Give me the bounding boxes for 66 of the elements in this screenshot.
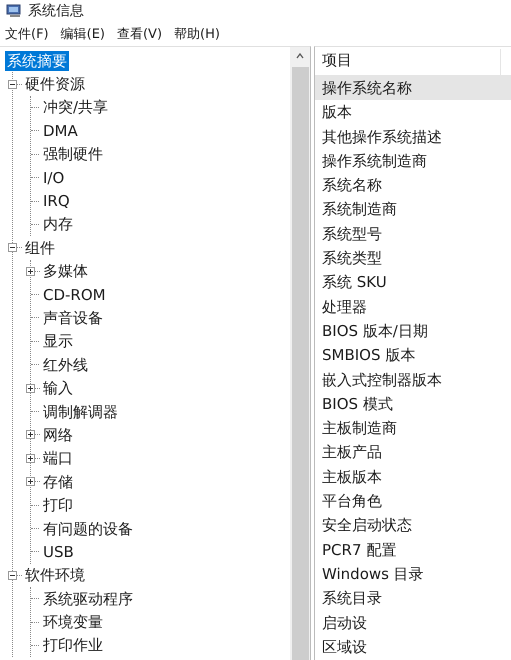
tree-item[interactable]: USB xyxy=(41,542,76,562)
tree-item[interactable]: 调制解调器 xyxy=(41,402,120,422)
menu-item[interactable]: 帮助(H) xyxy=(172,23,222,45)
tree-item[interactable]: 存储 xyxy=(41,472,75,492)
tree-item[interactable]: DMA xyxy=(41,120,80,141)
tree-item[interactable]: 网络 xyxy=(41,424,75,445)
tree-item[interactable]: 组件 xyxy=(23,238,57,258)
list-row[interactable]: 主板版本 xyxy=(315,464,511,490)
tree-item[interactable]: 端口 xyxy=(41,448,75,468)
tree-item[interactable]: 打印作业 xyxy=(41,635,105,656)
list-row[interactable]: 平台角色 xyxy=(315,489,511,514)
tree-item[interactable]: 内存 xyxy=(41,214,75,234)
tree-item[interactable]: CD-ROM xyxy=(41,284,108,305)
list-row[interactable]: 主板产品 xyxy=(315,440,511,465)
list-row[interactable]: 操作系统名称 xyxy=(315,76,511,100)
list-row[interactable]: 系统型号 xyxy=(315,222,511,246)
list-row[interactable]: 版本 xyxy=(315,100,511,125)
list-row[interactable]: 系统名称 xyxy=(315,173,511,198)
tree-item[interactable]: 有问题的设备 xyxy=(41,518,135,538)
list-row[interactable]: 安全启动状态 xyxy=(315,513,511,538)
expand-icon[interactable] xyxy=(26,477,35,486)
tree-item[interactable]: 显示 xyxy=(41,331,75,352)
tree-item[interactable]: 强制硬件 xyxy=(41,144,105,164)
expand-icon[interactable] xyxy=(26,266,35,276)
list-row[interactable]: 系统制造商 xyxy=(315,197,511,222)
list-row[interactable]: 操作系统制造商 xyxy=(315,148,511,174)
list-row[interactable]: 其他操作系统描述 xyxy=(315,124,511,149)
list-row[interactable]: 系统类型 xyxy=(315,246,511,270)
list-row[interactable]: PCR7 配置 xyxy=(315,538,511,562)
menu-item[interactable]: 编辑(E) xyxy=(58,23,107,45)
menu-item[interactable]: 文件(F) xyxy=(3,23,51,45)
collapse-icon[interactable] xyxy=(8,243,17,252)
list-row[interactable]: Windows 目录 xyxy=(315,562,511,586)
list-row[interactable]: 启动设 xyxy=(315,610,511,635)
tree-item[interactable]: 冲突/共享 xyxy=(41,97,110,118)
column-header[interactable]: 项目 xyxy=(315,49,501,75)
list-row[interactable]: BIOS 模式 xyxy=(315,392,511,416)
list-row[interactable]: SMBIOS 版本 xyxy=(315,343,511,368)
list-row[interactable]: BIOS 版本/日期 xyxy=(315,318,511,344)
list-row[interactable]: 区域设 xyxy=(315,634,511,660)
tree-item[interactable]: 声音设备 xyxy=(41,308,105,328)
expand-icon[interactable] xyxy=(26,384,35,393)
list-row[interactable]: 嵌入式控制器版本 xyxy=(315,368,511,392)
list-row[interactable]: 系统目录 xyxy=(315,586,511,611)
tree-item[interactable]: 系统驱动程序 xyxy=(41,588,135,609)
window-title: 系统信息 xyxy=(28,2,84,20)
scrollbar[interactable] xyxy=(290,47,310,660)
tree-item[interactable]: 打印 xyxy=(41,495,75,516)
tree-item[interactable]: 多媒体 xyxy=(41,261,90,282)
tree-item[interactable]: 输入 xyxy=(41,378,75,398)
tree-item[interactable]: I/O xyxy=(41,168,66,188)
app-icon xyxy=(6,4,22,18)
expand-icon[interactable] xyxy=(26,430,35,440)
tree-item[interactable]: 硬件资源 xyxy=(23,74,87,94)
tree-item[interactable]: 系统摘要 xyxy=(5,50,69,71)
collapse-icon[interactable] xyxy=(8,80,17,89)
tree-item[interactable]: 软件环境 xyxy=(23,565,87,586)
tree-item[interactable]: 环境变量 xyxy=(41,612,105,632)
menu-item[interactable]: 查看(V) xyxy=(114,23,164,45)
list-row[interactable]: 系统 SKU xyxy=(315,270,511,295)
tree-item[interactable]: IRQ xyxy=(41,191,72,212)
expand-icon[interactable] xyxy=(26,454,35,463)
collapse-icon[interactable] xyxy=(8,570,17,580)
tree-item[interactable]: 红外线 xyxy=(41,354,90,375)
list-row[interactable]: 主板制造商 xyxy=(315,416,511,440)
list-row[interactable]: 处理器 xyxy=(315,294,511,319)
